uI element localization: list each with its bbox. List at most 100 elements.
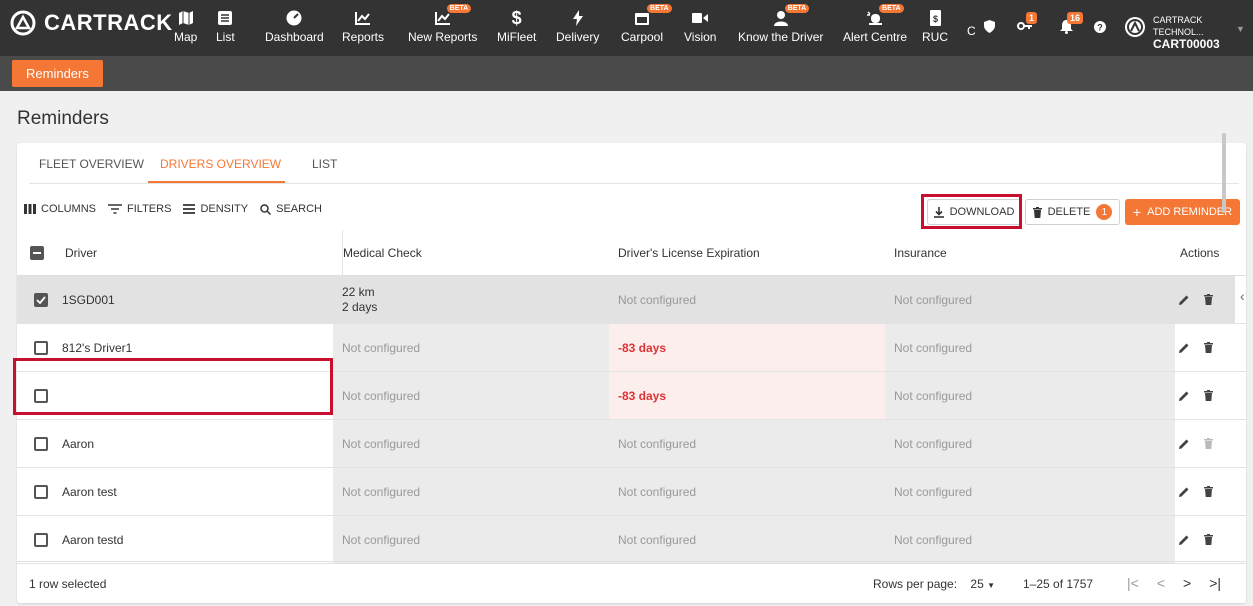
filters-button[interactable]: FILTERS [108, 203, 171, 215]
driver-cell: 1SGD001 [17, 276, 333, 323]
person-icon: BETA [773, 4, 810, 28]
nav-alert-centre[interactable]: BETA Alert Centre [843, 4, 908, 44]
row-checkbox[interactable] [34, 340, 48, 355]
nav-carpool[interactable]: BETA Carpool [621, 4, 672, 44]
column-header-insurance[interactable]: Insurance [894, 230, 947, 275]
select-all-checkbox[interactable] [30, 230, 44, 275]
driver-name: Aaron [62, 436, 95, 451]
search-icon [260, 203, 272, 215]
table-row[interactable]: 1SGD001 22 km 2 days Not configured Not … [17, 276, 1246, 324]
grid-header: Driver Medical Check Driver's License Ex… [17, 230, 1246, 276]
trash-icon[interactable] [1204, 342, 1213, 353]
reminders-card: FLEET OVERVIEW DRIVERS OVERVIEW LIST COL… [13, 143, 1246, 603]
beta-badge: BETA [784, 4, 810, 13]
c-label[interactable]: C [967, 24, 976, 38]
nav-vision[interactable]: Vision [684, 8, 716, 44]
column-header-license[interactable]: Driver's License Expiration [618, 230, 760, 275]
grid-toolbar: COLUMNS FILTERS DENSITY SEARCH [24, 203, 322, 215]
nav-map[interactable]: Map [174, 8, 197, 44]
nav-list[interactable]: List [216, 8, 235, 44]
key-icon[interactable]: 1 [1017, 12, 1038, 32]
trash-icon[interactable] [1204, 294, 1213, 305]
row-checkbox[interactable] [34, 436, 48, 451]
tab-fleet-overview[interactable]: FLEET OVERVIEW [39, 157, 144, 171]
pagination: |< < > >| [1127, 575, 1221, 591]
tab-reminders[interactable]: Reminders [12, 60, 103, 87]
rows-per-page-value: 25 [970, 577, 984, 591]
nav-label: Carpool [621, 30, 664, 44]
edit-icon[interactable] [1179, 342, 1190, 353]
table-row[interactable]: Aaron testd Not configured Not configure… [17, 516, 1246, 564]
top-navigation-bar: CARTRACK Map List Dashboard Reports BETA… [0, 0, 1253, 56]
column-header-medical[interactable]: Medical Check [342, 230, 422, 275]
density-button[interactable]: DENSITY [183, 203, 248, 215]
nav-label: List [216, 30, 235, 44]
nav-reports[interactable]: Reports [342, 8, 384, 44]
selected-count: 1 row selected [29, 577, 107, 591]
account-avatar-icon[interactable] [1124, 16, 1146, 38]
license-cell: -83 days [609, 324, 885, 371]
tab-drivers-overview[interactable]: DRIVERS OVERVIEW [160, 157, 281, 171]
beta-badge: BETA [446, 4, 472, 13]
table-row[interactable]: Aaron Not configured Not configured Not … [17, 420, 1246, 468]
nav-label: Dashboard [265, 30, 324, 44]
vertical-scrollbar[interactable] [1222, 133, 1226, 213]
row-checkbox[interactable] [34, 484, 48, 499]
nav-label: RUC [922, 30, 948, 44]
edit-icon[interactable] [1179, 294, 1190, 305]
map-icon [178, 8, 194, 28]
svg-text:$: $ [932, 14, 937, 24]
nav-new-reports[interactable]: BETA New Reports [408, 4, 477, 44]
nav-delivery[interactable]: Delivery [556, 8, 599, 44]
column-header-driver[interactable]: Driver [65, 230, 97, 275]
insurance-cell: Not configured [885, 468, 1175, 515]
shield-icon[interactable] [984, 20, 995, 33]
insurance-cell: Not configured [885, 516, 1175, 563]
edit-icon[interactable] [1179, 438, 1190, 449]
driver-cell: Aaron test [17, 468, 333, 515]
nav-label: Alert Centre [843, 30, 908, 44]
medical-days: 2 days [342, 299, 378, 314]
rows-per-page: Rows per page: 25 ▼ [873, 577, 995, 591]
edit-icon[interactable] [1179, 486, 1190, 497]
next-page-icon[interactable]: > [1183, 575, 1191, 591]
delete-button[interactable]: DELETE 1 [1025, 199, 1120, 225]
density-icon [183, 204, 196, 214]
rows-per-page-select[interactable]: 25 ▼ [970, 577, 995, 591]
calendar-icon: BETA [635, 4, 672, 28]
chevron-down-icon[interactable]: ▼ [1236, 24, 1245, 34]
selected-row-highlight-box [13, 358, 333, 415]
help-icon[interactable]: ? [1094, 21, 1106, 33]
row-checkbox[interactable] [34, 532, 48, 547]
nav-dashboard[interactable]: Dashboard [265, 8, 324, 44]
medical-check-cell: Not configured [333, 420, 609, 467]
search-button[interactable]: SEARCH [260, 203, 322, 215]
edit-icon[interactable] [1179, 390, 1190, 401]
row-checkbox[interactable] [34, 292, 48, 307]
trash-icon[interactable] [1204, 534, 1213, 545]
nav-know-the-driver[interactable]: BETA Know the Driver [738, 4, 823, 44]
cartrack-logo[interactable]: CARTRACK [10, 10, 173, 36]
density-label: DENSITY [200, 203, 249, 215]
trash-icon[interactable] [1204, 390, 1213, 401]
first-page-icon[interactable]: |< [1127, 575, 1139, 591]
bolt-icon [572, 8, 583, 28]
trash-icon[interactable] [1204, 486, 1213, 497]
dashboard-icon [286, 8, 302, 28]
download-highlight-box [921, 194, 1022, 229]
last-page-icon[interactable]: >| [1209, 575, 1221, 591]
license-cell: Not configured [609, 468, 885, 515]
nav-label: Delivery [556, 30, 600, 44]
column-header-medical-label: Medical Check [343, 245, 422, 260]
driver-name: 1SGD001 [62, 292, 115, 307]
tab-list[interactable]: LIST [312, 157, 337, 171]
edit-icon[interactable] [1179, 534, 1190, 545]
chevron-left-icon[interactable]: ‹ [1240, 288, 1245, 304]
previous-page-icon[interactable]: < [1157, 575, 1165, 591]
nav-ruc[interactable]: $ RUC [922, 8, 948, 44]
columns-button[interactable]: COLUMNS [24, 203, 96, 215]
nav-mifleet[interactable]: $ MiFleet [497, 8, 536, 45]
table-row[interactable]: Aaron test Not configured Not configured… [17, 468, 1246, 516]
alert-icon: BETA [867, 4, 904, 28]
bell-icon[interactable]: 16 [1060, 12, 1084, 34]
